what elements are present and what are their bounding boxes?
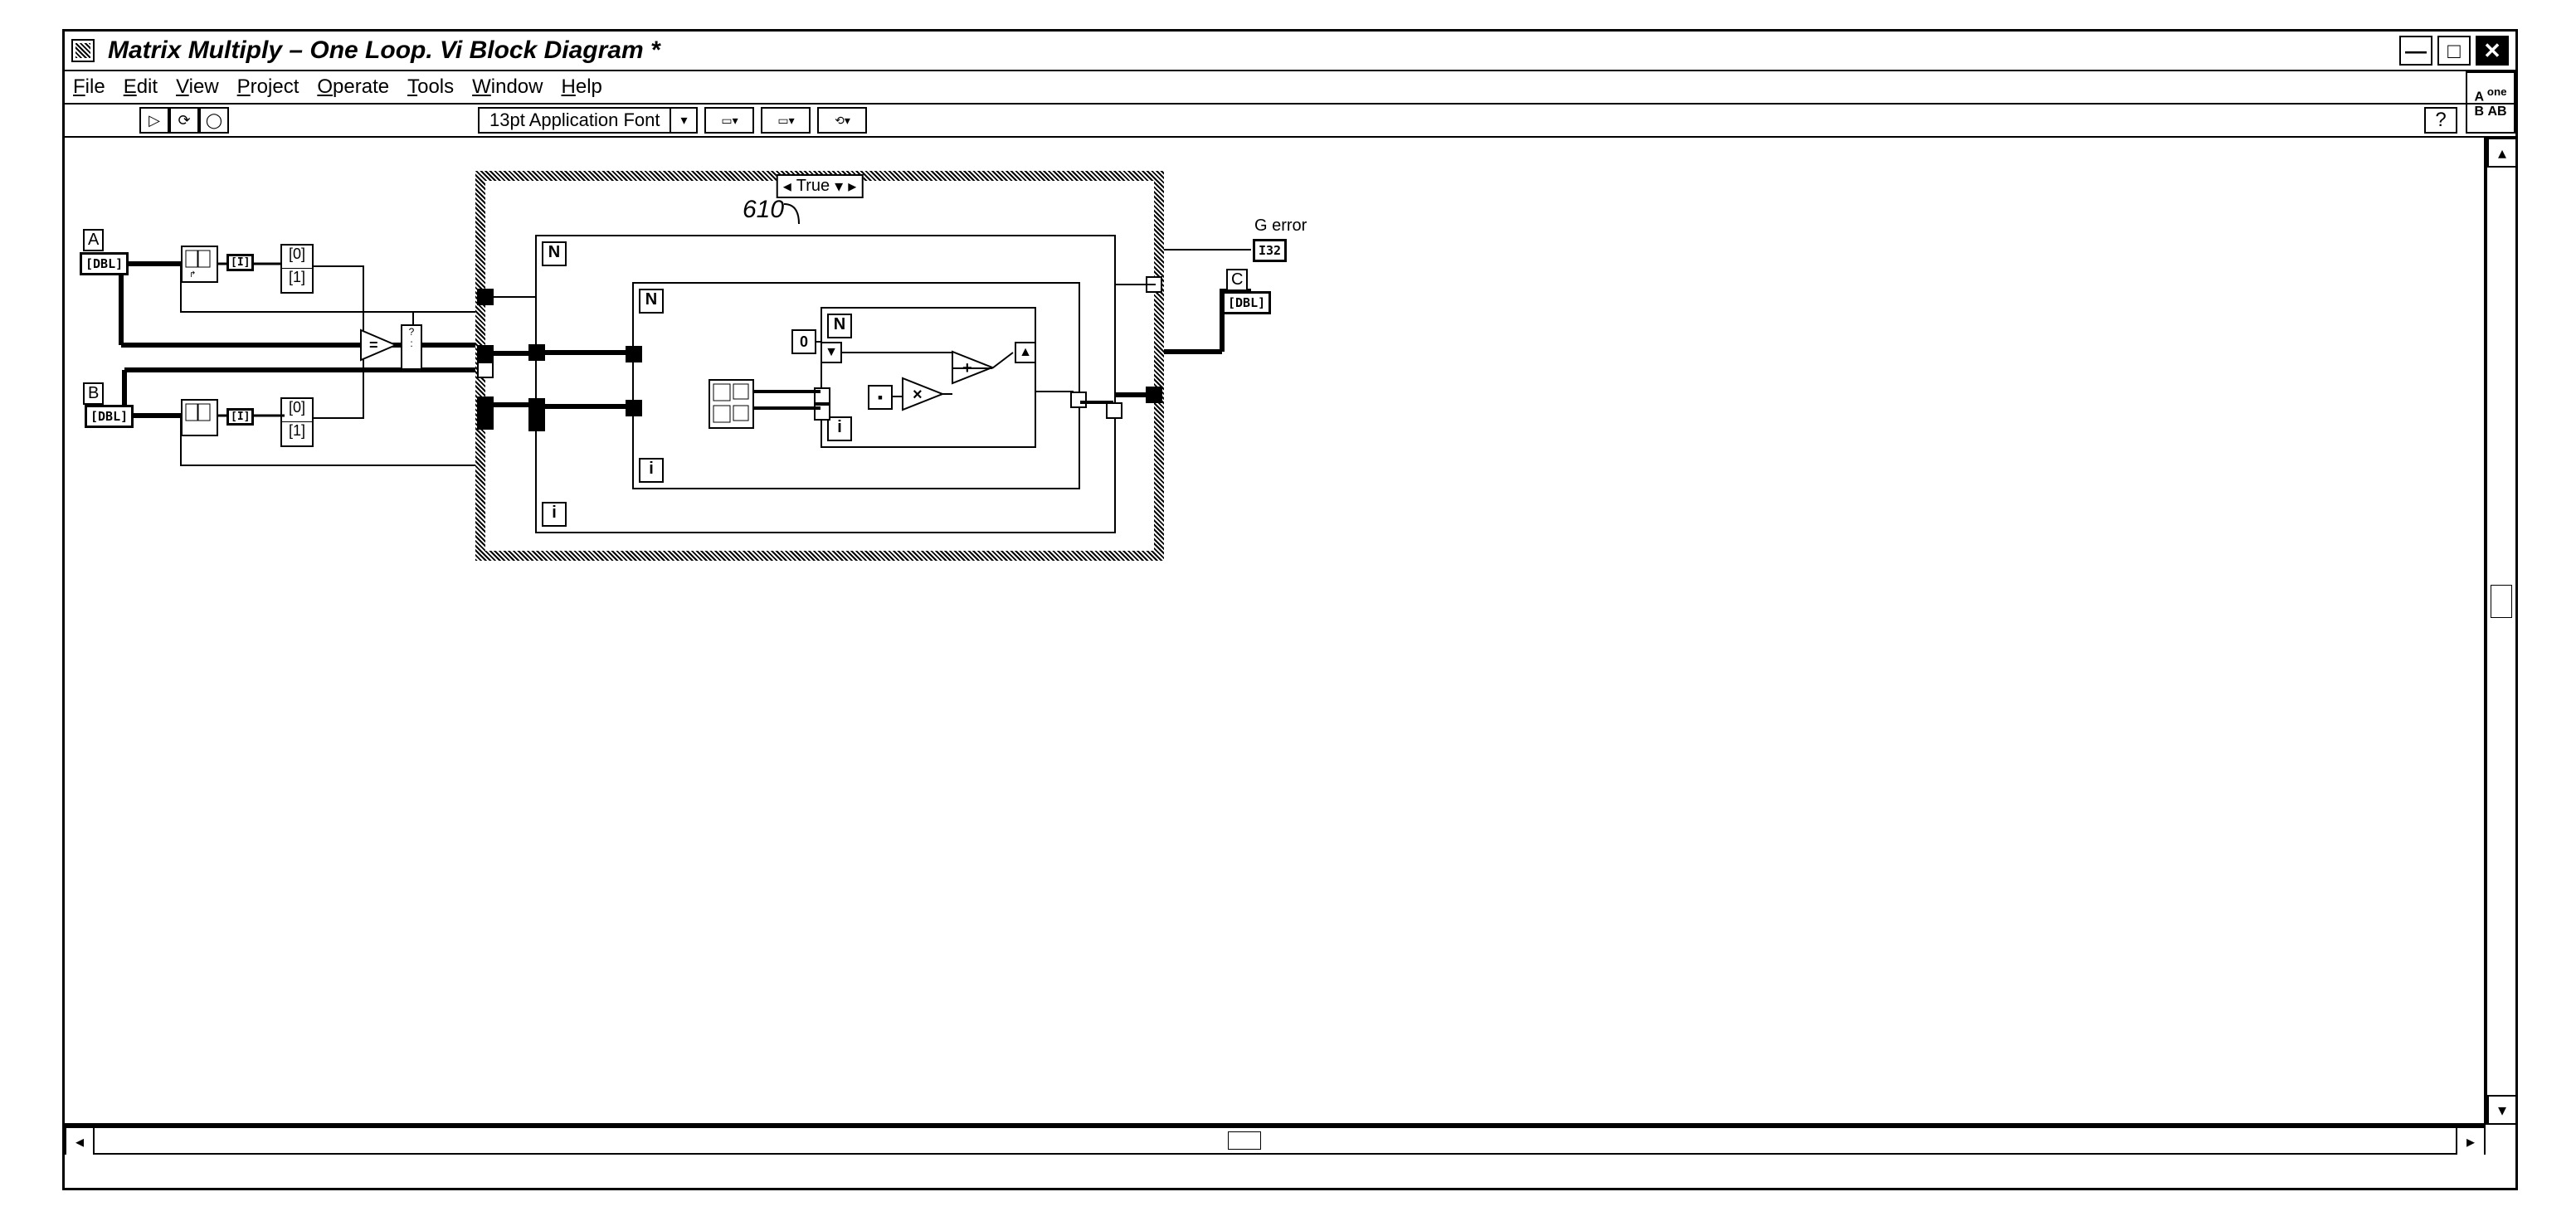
run-continuous-button[interactable]: ⟳ — [169, 107, 199, 134]
app-window: Matrix Multiply – One Loop. Vi Block Dia… — [62, 29, 2518, 1190]
menu-tools[interactable]: Tools — [407, 75, 454, 99]
hscroll-thumb[interactable] — [1228, 1131, 1261, 1150]
for-loop-inner[interactable]: N i ▼ ▲ ▪ × — [821, 307, 1036, 448]
equal-node[interactable]: = — [359, 328, 401, 362]
tunnel-N-B — [477, 413, 494, 430]
canvas-area: A [DBL] ↱ [I] [0] [1] B [DBL] [I] [0] [1… — [65, 138, 2515, 1155]
horizontal-scrollbar[interactable]: ◂ ▸ — [65, 1125, 2486, 1155]
tunnel-sel — [477, 362, 494, 378]
menu-operate[interactable]: Operate — [317, 75, 389, 99]
index-array-B[interactable]: [0] [1] — [280, 397, 314, 447]
array-size-B[interactable] — [181, 399, 218, 436]
scroll-right-icon[interactable]: ▸ — [2456, 1126, 2486, 1155]
for-loop-outer[interactable]: N i N i — [535, 235, 1116, 533]
shift-reg-right: ▲ — [1015, 342, 1036, 363]
case-structure[interactable]: ◂ True ▾ ▸ 610 — [475, 171, 1164, 561]
case-selector[interactable]: ◂ True ▾ ▸ — [777, 174, 864, 198]
block-diagram-canvas[interactable]: A [DBL] ↱ [I] [0] [1] B [DBL] [I] [0] [1… — [65, 138, 2486, 1125]
loop-outer-i: i — [542, 502, 567, 527]
tunnel-arr-A — [477, 345, 494, 362]
scroll-down-icon[interactable]: ▾ — [2487, 1095, 2515, 1125]
i32-coerce-A: [I] — [226, 254, 254, 271]
wires-layer — [65, 138, 2487, 1155]
svg-text:+: + — [962, 359, 972, 377]
font-selector[interactable]: 13pt Application Font — [478, 107, 671, 134]
terminal-error[interactable]: I32 — [1253, 239, 1287, 262]
label-C: C — [1226, 269, 1248, 291]
loop-outer-N: N — [542, 241, 567, 266]
vi-icon[interactable]: A oneB AB — [2466, 71, 2515, 134]
svg-text:=: = — [369, 337, 378, 353]
menu-window[interactable]: Window — [472, 75, 543, 99]
context-help-button[interactable]: ? — [2424, 107, 2457, 134]
menu-bar: File Edit View Project Operate Tools Win… — [65, 71, 2515, 105]
abort-button[interactable]: ◯ — [199, 107, 229, 134]
label-B: B — [83, 382, 104, 405]
maximize-button[interactable]: □ — [2437, 36, 2471, 66]
label-error: G error — [1251, 216, 1310, 236]
align-button[interactable]: ▭▾ — [704, 107, 754, 134]
tunnel-arr-B — [477, 396, 494, 413]
zero-constant[interactable]: 0 — [791, 329, 816, 354]
svg-text:↱: ↱ — [189, 270, 196, 280]
menu-project[interactable]: Project — [237, 75, 299, 99]
window-title: Matrix Multiply – One Loop. Vi Block Dia… — [108, 36, 2394, 65]
array-size-A[interactable]: ↱ — [181, 246, 218, 283]
vscroll-thumb[interactable] — [2491, 585, 2512, 618]
add-node[interactable]: + — [951, 350, 996, 387]
close-button[interactable]: ✕ — [2476, 36, 2509, 66]
tunnel-C-out — [1146, 387, 1162, 403]
loop-inner-i: i — [827, 416, 852, 441]
index-array-2d[interactable] — [709, 379, 754, 429]
tunnel-N-A — [477, 289, 494, 305]
scroll-left-icon[interactable]: ◂ — [65, 1126, 95, 1155]
terminal-A[interactable]: [DBL] — [80, 252, 129, 275]
scroll-up-icon[interactable]: ▴ — [2487, 138, 2515, 168]
vertical-scrollbar[interactable]: ▴ ▾ — [2486, 138, 2515, 1125]
reorder-button[interactable]: ⟲▾ — [817, 107, 867, 134]
loop-middle-N: N — [639, 289, 664, 314]
run-button[interactable]: ▷ — [139, 107, 169, 134]
toolbar: ▷ ⟳ ◯ 13pt Application Font ▾ ▭▾ ▭▾ ⟲▾ ? — [65, 105, 2515, 138]
shift-reg-left: ▼ — [821, 342, 842, 363]
i32-coerce-B: [I] — [226, 408, 254, 426]
distribute-button[interactable]: ▭▾ — [761, 107, 811, 134]
menu-edit[interactable]: Edit — [124, 75, 158, 99]
terminal-C[interactable]: [DBL] — [1222, 291, 1271, 314]
font-dropdown[interactable]: ▾ — [671, 107, 698, 134]
label-A: A — [83, 229, 104, 251]
for-loop-middle[interactable]: N i N i ▼ ▲ — [632, 282, 1080, 489]
menu-help[interactable]: Help — [562, 75, 602, 99]
tunnel-err-out — [1146, 276, 1162, 293]
multiply-node[interactable]: × — [901, 377, 947, 414]
loop-middle-i: i — [639, 458, 664, 483]
menu-view[interactable]: View — [176, 75, 219, 99]
minimize-button[interactable]: — — [2399, 36, 2432, 66]
title-bar: Matrix Multiply – One Loop. Vi Block Dia… — [65, 32, 2515, 71]
index-array-A[interactable]: [0] [1] — [280, 244, 314, 294]
terminal-B[interactable]: [DBL] — [85, 405, 134, 428]
select-node[interactable]: ?: — [401, 324, 422, 370]
case-next-icon[interactable]: ▸ — [848, 176, 856, 197]
app-icon — [71, 39, 95, 62]
index-element[interactable]: ▪ — [868, 385, 893, 410]
svg-text:×: × — [913, 386, 923, 404]
annotation-610: 610 — [743, 196, 784, 224]
menu-file[interactable]: File — [73, 75, 105, 99]
case-prev-icon[interactable]: ◂ — [783, 176, 791, 197]
loop-inner-N: N — [827, 314, 852, 338]
